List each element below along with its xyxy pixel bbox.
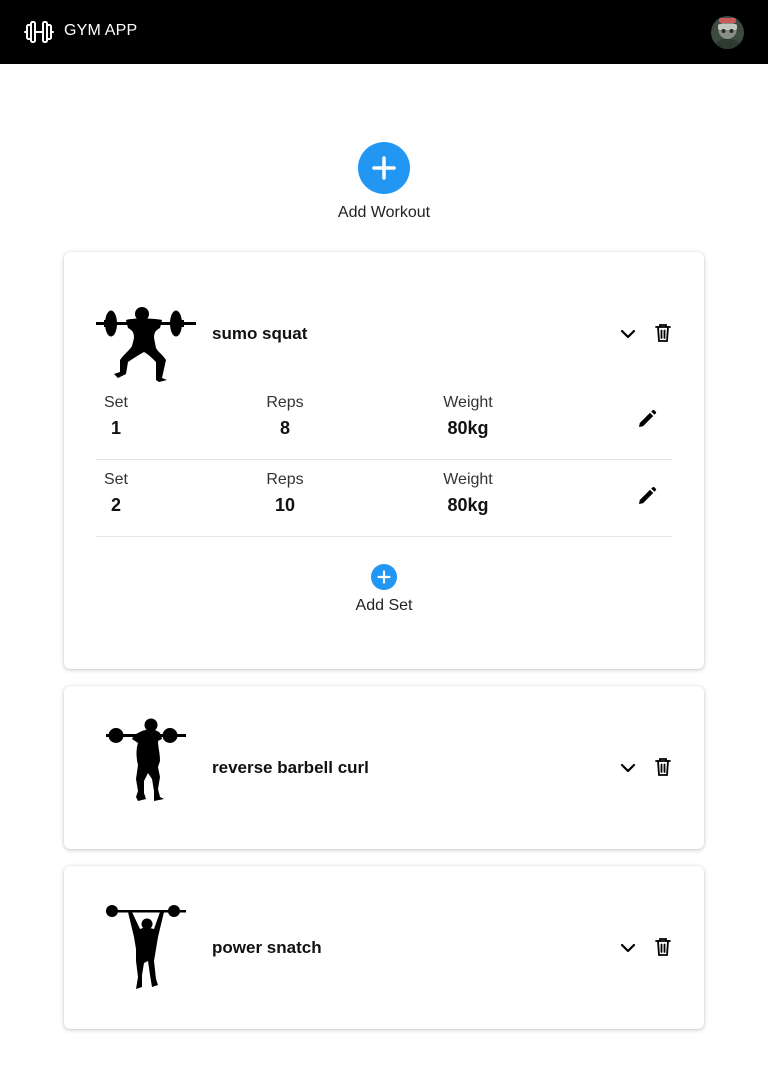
top-app-bar: GYM APP — [0, 0, 768, 64]
reps-column: Reps 10 — [255, 471, 315, 516]
add-workout-label: Add Workout — [337, 204, 431, 221]
trash-icon[interactable] — [652, 936, 674, 958]
set-row: Set 1 Reps 8 Weight 80kg — [96, 394, 672, 460]
barbell-curl-image — [106, 718, 186, 801]
sumo-squat-image — [96, 307, 196, 382]
reps-value: 10 — [274, 495, 296, 515]
set-row: Set 2 Reps 10 Weight 80kg — [96, 471, 672, 537]
app-title: GYM APP — [64, 22, 138, 39]
set-number: 1 — [110, 418, 121, 438]
plus-icon[interactable] — [358, 142, 410, 194]
set-label: Set — [103, 471, 128, 488]
dumbbell-icon — [24, 21, 54, 43]
plus-icon[interactable] — [371, 564, 397, 590]
weight-column: Weight 80kg — [428, 471, 508, 516]
reps-label: Reps — [266, 471, 304, 488]
reps-column: Reps 8 — [255, 394, 315, 439]
weight-label: Weight — [443, 394, 493, 411]
user-avatar-image — [711, 16, 744, 49]
trash-icon[interactable] — [652, 756, 674, 778]
weight-value: 80kg — [447, 495, 489, 515]
reps-label: Reps — [266, 394, 304, 411]
exercise-card: power snatch — [64, 866, 704, 1029]
exercise-name: power snatch — [212, 938, 322, 957]
set-column: Set 2 — [96, 471, 136, 516]
chevron-down-icon[interactable] — [616, 322, 640, 346]
set-column: Set 1 — [96, 394, 136, 439]
add-workout-button[interactable]: Add Workout — [334, 142, 434, 228]
trash-icon[interactable] — [652, 322, 674, 344]
reps-value: 8 — [279, 418, 290, 438]
pencil-icon[interactable] — [636, 408, 658, 430]
add-set-label: Add Set — [355, 597, 413, 614]
set-number: 2 — [110, 495, 121, 515]
chevron-down-icon[interactable] — [616, 756, 640, 780]
add-set-button[interactable]: Add Set — [334, 564, 434, 615]
weight-column: Weight 80kg — [428, 394, 508, 439]
exercise-card: sumo squat Set 1 Reps 8 Weight 80kg Set … — [64, 252, 704, 669]
exercise-name: reverse barbell curl — [212, 758, 369, 777]
exercise-card: reverse barbell curl — [64, 686, 704, 849]
chevron-down-icon[interactable] — [616, 936, 640, 960]
power-snatch-image — [106, 905, 186, 989]
weight-label: Weight — [443, 471, 493, 488]
weight-value: 80kg — [447, 418, 489, 438]
set-label: Set — [103, 394, 128, 411]
pencil-icon[interactable] — [636, 485, 658, 507]
exercise-name: sumo squat — [212, 324, 308, 343]
avatar[interactable] — [711, 16, 744, 49]
